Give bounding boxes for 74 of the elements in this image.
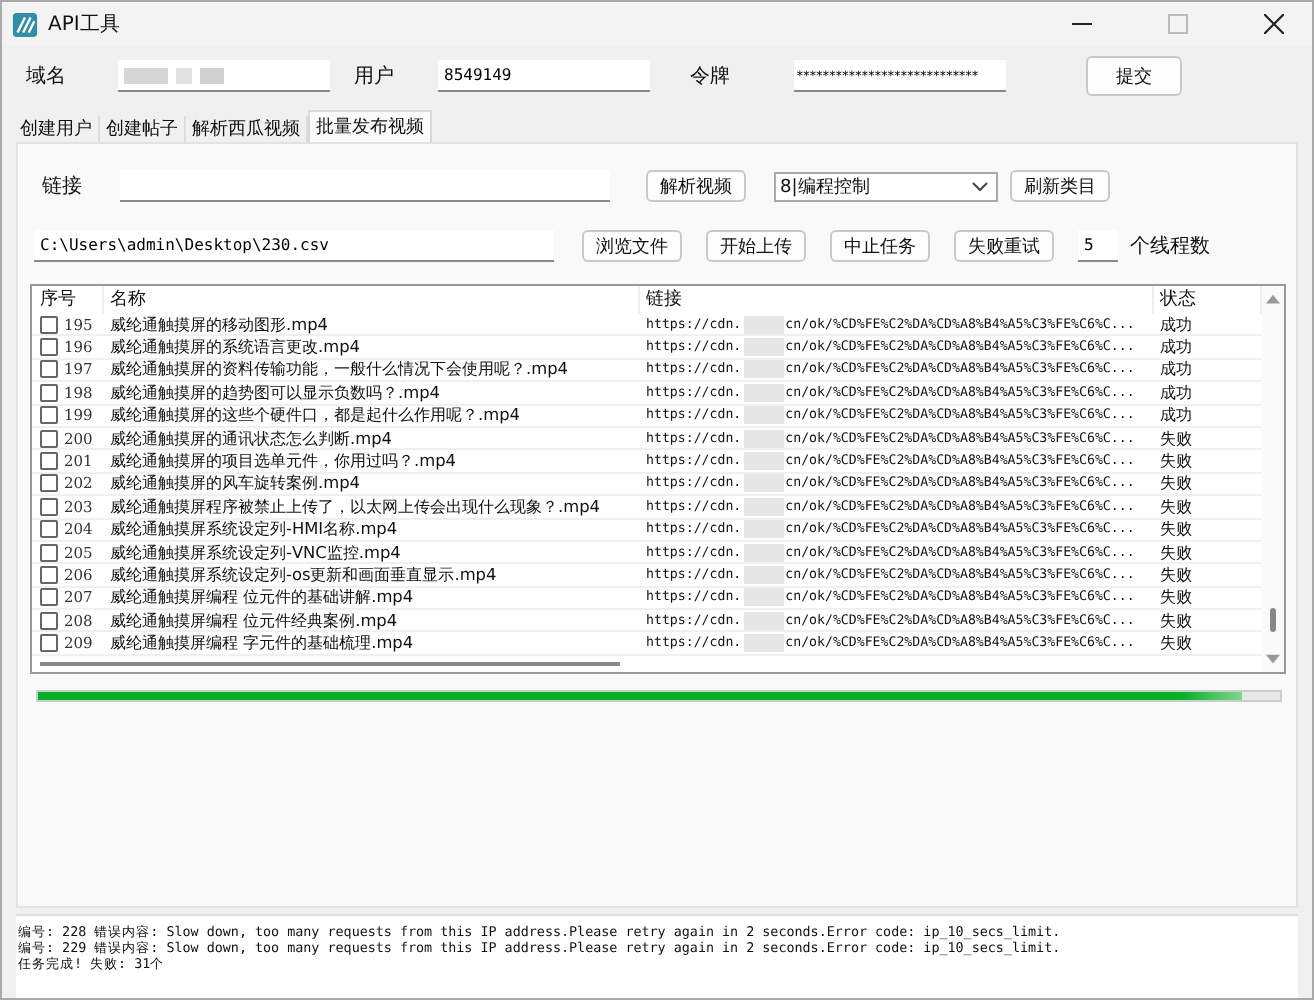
user-label: 用户 <box>354 63 394 90</box>
link-label: 链接 <box>42 173 82 200</box>
domain-field[interactable] <box>118 60 330 92</box>
submit-button[interactable]: 提交 <box>1086 56 1182 96</box>
app-icon <box>12 11 38 37</box>
action-button[interactable]: 开始上传 <box>706 230 806 262</box>
file-name-cell-text: 威纶通触摸屏的资料传输功能，一般什么情况下会使用呢？.mp4 <box>108 358 570 381</box>
status-cell-text: 成功 <box>1158 404 1194 427</box>
scroll-down-icon[interactable] <box>1266 654 1280 664</box>
status-cell-text: 失败 <box>1158 632 1194 655</box>
file-name-cell-text: 威纶通触摸屏系统设定列-os更新和画面垂直显示.mp4 <box>108 564 499 586</box>
row-checkbox[interactable] <box>40 565 58 584</box>
status-cell-text: 失败 <box>1158 472 1194 495</box>
file-name-cell-text: 威纶通触摸屏的移动图形.mp4 <box>108 314 330 336</box>
status-cell-text: 失败 <box>1158 495 1194 518</box>
status-cell-text: 成功 <box>1158 358 1194 381</box>
status-cell-text: 失败 <box>1158 586 1194 609</box>
column-header: 序号 <box>32 286 104 314</box>
file-path-field[interactable]: C:\Users\admin\Desktop\230.csv <box>34 230 554 262</box>
row-checkbox[interactable] <box>40 452 58 471</box>
file-name-cell-text: 威纶通触摸屏的项目选单元件，你用过吗？.mp4 <box>108 450 458 473</box>
file-name-cell-text: 威纶通触摸屏的风车旋转案例.mp4 <box>108 472 362 495</box>
row-checkbox[interactable] <box>40 360 58 379</box>
row-checkbox[interactable] <box>40 611 58 630</box>
status-cell-text: 失败 <box>1158 609 1194 632</box>
action-button[interactable]: 浏览文件 <box>582 230 682 262</box>
file-name-cell-text: 威纶通触摸屏程序被禁止上传了，以太网上传会出现什么现象？.mp4 <box>108 495 602 518</box>
close-icon[interactable] <box>1264 14 1284 34</box>
row-checkbox[interactable] <box>40 429 58 448</box>
row-checkbox[interactable] <box>40 315 58 334</box>
user-field[interactable]: 8549149 <box>438 60 650 92</box>
status-cell-text: 成功 <box>1158 336 1194 359</box>
row-checkbox[interactable] <box>40 406 58 425</box>
thread-count-label: 个线程数 <box>1130 233 1210 260</box>
status-cell-text: 失败 <box>1158 564 1194 586</box>
file-name-cell-text: 威纶通触摸屏的系统语言更改.mp4 <box>108 336 362 359</box>
status-cell-text: 失败 <box>1158 541 1194 564</box>
file-name-cell-text: 威纶通触摸屏的通讯状态怎么判断.mp4 <box>108 427 394 450</box>
file-name-cell-text: 威纶通触摸屏系统设定列-HMI名称.mp4 <box>108 518 400 541</box>
row-checkbox[interactable] <box>40 474 58 493</box>
status-cell-text: 失败 <box>1158 450 1194 473</box>
parse-video-button[interactable]: 解析视频 <box>646 170 746 202</box>
row-checkbox[interactable] <box>40 383 58 402</box>
category-dropdown[interactable]: 8|编程控制 <box>774 171 998 201</box>
status-cell-text: 失败 <box>1158 427 1194 450</box>
row-checkbox[interactable] <box>40 634 58 653</box>
refresh-category-button[interactable]: 刷新类目 <box>1010 170 1110 202</box>
token-label: 令牌 <box>690 64 730 90</box>
file-name-cell-text: 威纶通触摸屏的这些个硬件口，都是起什么作用呢？.mp4 <box>108 404 522 427</box>
action-button[interactable]: 中止任务 <box>830 230 930 262</box>
action-button[interactable]: 失败重试 <box>954 230 1054 262</box>
row-checkbox[interactable] <box>40 520 58 539</box>
tab[interactable]: 批量发布视频 <box>308 110 432 142</box>
column-header: 链接 <box>640 286 1154 314</box>
vertical-scrollbar[interactable] <box>1262 286 1284 672</box>
scroll-up-icon[interactable] <box>1266 294 1280 304</box>
link-field[interactable] <box>120 170 610 202</box>
row-checkbox[interactable] <box>40 588 58 607</box>
file-name-cell-text: 威纶通触摸屏编程 位元件的基础讲解.mp4 <box>108 586 416 609</box>
file-name-cell-text: 威纶通触摸屏系统设定列-VNC监控.mp4 <box>108 541 403 564</box>
file-name-cell-text: 威纶通触摸屏编程 位元件经典案例.mp4 <box>108 609 400 632</box>
row-checkbox[interactable] <box>40 543 58 562</box>
row-checkbox[interactable] <box>40 338 58 357</box>
thread-count-field[interactable]: 5 <box>1078 230 1118 262</box>
file-name-cell-text: 威纶通触摸屏的趋势图可以显示负数吗？.mp4 <box>108 381 442 404</box>
file-name-cell-text: 威纶通触摸屏编程 字元件的基础梳理.mp4 <box>108 632 416 655</box>
status-cell-text: 成功 <box>1158 381 1194 404</box>
column-header: 名称 <box>104 286 640 314</box>
row-checkbox[interactable] <box>40 497 58 516</box>
window-title: API工具 <box>48 12 120 38</box>
status-cell-text: 失败 <box>1158 518 1194 541</box>
caret-icon <box>972 181 988 191</box>
status-cell-text: 成功 <box>1158 314 1194 336</box>
domain-label: 域名 <box>26 63 66 90</box>
